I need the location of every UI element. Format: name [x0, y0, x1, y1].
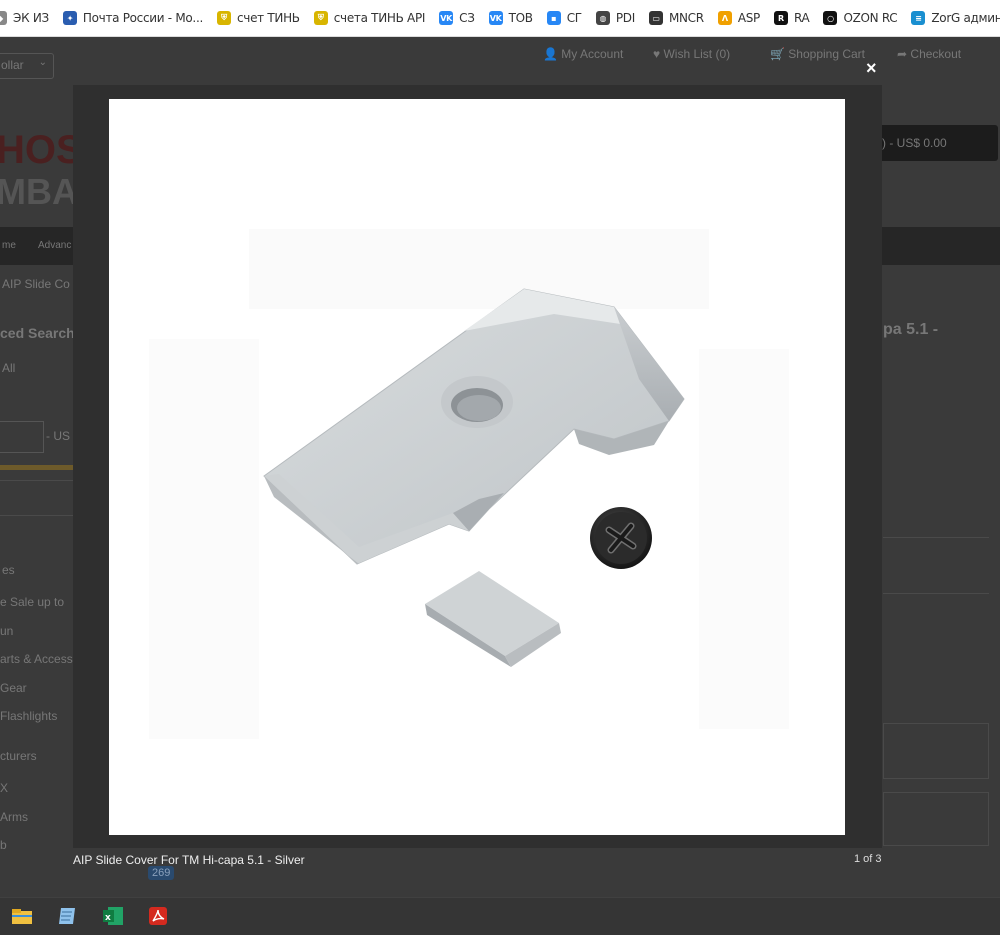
- site-logo[interactable]: HOS MBA: [0, 129, 83, 213]
- manufacturer-item[interactable]: Arms: [0, 810, 28, 824]
- sidebar-item[interactable]: arts & Access: [0, 652, 73, 666]
- cart-icon: 🛒: [770, 47, 785, 61]
- bookmark-item[interactable]: ⛨ счет ТИНЬ: [210, 0, 307, 36]
- sidebar-item[interactable]: es: [2, 563, 15, 577]
- filter-all[interactable]: All: [2, 361, 15, 375]
- bookmark-label: ZorG админ: [931, 11, 1000, 25]
- manufacturers-heading: cturers: [0, 749, 37, 763]
- sidebar-item[interactable]: e Sale up to: [0, 595, 64, 609]
- bookmark-label: СГ: [566, 11, 582, 25]
- ring-icon: ○: [823, 11, 838, 25]
- excel-icon[interactable]: x: [101, 904, 125, 928]
- sidebar-item[interactable]: un: [0, 624, 13, 638]
- slide-cover-illustration: [149, 229, 789, 739]
- sidebar-item[interactable]: Flashlights: [0, 709, 57, 723]
- eagle-emblem-icon: ✦: [62, 11, 77, 25]
- wish-list-link[interactable]: ♥ Wish List (0): [653, 47, 730, 61]
- image-counter: 1 of 3: [854, 853, 882, 865]
- checkout-link[interactable]: ➦ Checkout: [897, 47, 961, 61]
- database-icon: ≡: [911, 11, 926, 25]
- bookmark-item[interactable]: ◍ PDI: [589, 0, 642, 36]
- bookmark-item[interactable]: ▪ СГ: [540, 0, 589, 36]
- bookmark-label: ТОВ: [508, 11, 533, 25]
- product-title-fragment: pa 5.1 -: [883, 321, 939, 338]
- currency-select[interactable]: ollar ⌄: [0, 53, 54, 79]
- heart-icon: ♥: [653, 47, 661, 61]
- bookmark-label: MNCR: [668, 11, 704, 25]
- bookmark-label: RA: [793, 11, 810, 25]
- chat-icon: ▪: [546, 11, 561, 25]
- manufacturer-item[interactable]: b: [0, 838, 7, 852]
- bookmark-item[interactable]: Λ ASP: [711, 0, 767, 36]
- sidebar-item[interactable]: Gear: [0, 681, 27, 695]
- vk-icon: VK: [439, 11, 454, 25]
- vk-icon: VK: [488, 11, 503, 25]
- bookmark-label: OZON RC: [843, 11, 898, 25]
- user-icon: 👤: [543, 47, 558, 61]
- bookmark-label: ASP: [737, 11, 760, 25]
- tinkoff-shield-icon: ⛨: [216, 11, 231, 25]
- bookmark-label: СЗ: [459, 11, 475, 25]
- price-input[interactable]: [0, 421, 44, 453]
- breadcrumb[interactable]: AIP Slide Co: [2, 277, 70, 291]
- product-panel-divider: [883, 593, 989, 594]
- close-button[interactable]: ×: [866, 58, 877, 79]
- card-icon: ▭: [648, 11, 663, 25]
- taskbar: x: [0, 897, 1000, 935]
- shopping-cart-link[interactable]: 🛒 Shopping Cart: [770, 47, 865, 61]
- bookmark-item[interactable]: ○ OZON RC: [816, 0, 904, 36]
- add-to-cart-box[interactable]: [883, 792, 989, 846]
- bookmark-item[interactable]: VK ТОВ: [482, 0, 540, 36]
- svg-text:x: x: [105, 913, 111, 923]
- bookmark-item[interactable]: ◆ ЭК ИЗ: [0, 0, 56, 36]
- product-panel-divider: [883, 537, 989, 538]
- bookmark-item[interactable]: ≡ ZorG админ: [904, 0, 1000, 36]
- a-logo-icon: Λ: [717, 11, 732, 25]
- nav-home[interactable]: me: [2, 240, 16, 251]
- bookmark-label: Почта России - Мо...: [82, 11, 203, 25]
- bookmark-label: PDI: [615, 11, 635, 25]
- bookmark-item[interactable]: ▭ MNCR: [642, 0, 711, 36]
- count-badge: 269: [148, 866, 175, 880]
- bookmark-item[interactable]: ⛨ счета ТИНЬ API: [307, 0, 432, 36]
- file-explorer-icon[interactable]: [10, 904, 34, 928]
- my-account-link[interactable]: 👤 My Account: [543, 47, 623, 61]
- bookmark-item[interactable]: R RA: [767, 0, 816, 36]
- notepad-icon[interactable]: [55, 904, 79, 928]
- globe-icon: ◍: [595, 11, 610, 25]
- nav-advanced[interactable]: Advanc: [38, 240, 71, 251]
- bookmark-label: счет ТИНЬ: [236, 11, 300, 25]
- r-logo-icon: R: [773, 11, 788, 25]
- bookmarks-bar: ◆ ЭК ИЗ ✦ Почта России - Мо... ⛨ счет ТИНЬ ⛨ сч…: [0, 0, 1000, 37]
- product-image[interactable]: [109, 99, 845, 835]
- bookmark-label: счета ТИНЬ API: [333, 11, 426, 25]
- bookmark-label: ЭК ИЗ: [13, 11, 49, 25]
- bookmark-icon: ◆: [0, 11, 7, 25]
- search-button[interactable]: [0, 480, 74, 516]
- quantity-box[interactable]: [883, 723, 989, 779]
- chevron-down-icon: ⌄: [38, 57, 47, 68]
- lightbox-modal: [73, 85, 882, 848]
- image-caption: AIP Slide Cover For TM Hi-capa 5.1 - Sil…: [73, 853, 305, 867]
- advanced-search-heading: ced Search: [0, 325, 75, 341]
- cart-button[interactable]: s) - US$ 0.00: [870, 125, 998, 161]
- acrobat-icon[interactable]: [146, 904, 170, 928]
- bookmark-item[interactable]: VK СЗ: [432, 0, 481, 36]
- share-arrow-icon: ➦: [897, 47, 908, 61]
- price-slider[interactable]: [0, 465, 73, 470]
- bookmark-item[interactable]: ✦ Почта России - Мо...: [56, 0, 210, 36]
- manufacturer-item[interactable]: X: [0, 781, 8, 795]
- tinkoff-shield-icon: ⛨: [313, 11, 328, 25]
